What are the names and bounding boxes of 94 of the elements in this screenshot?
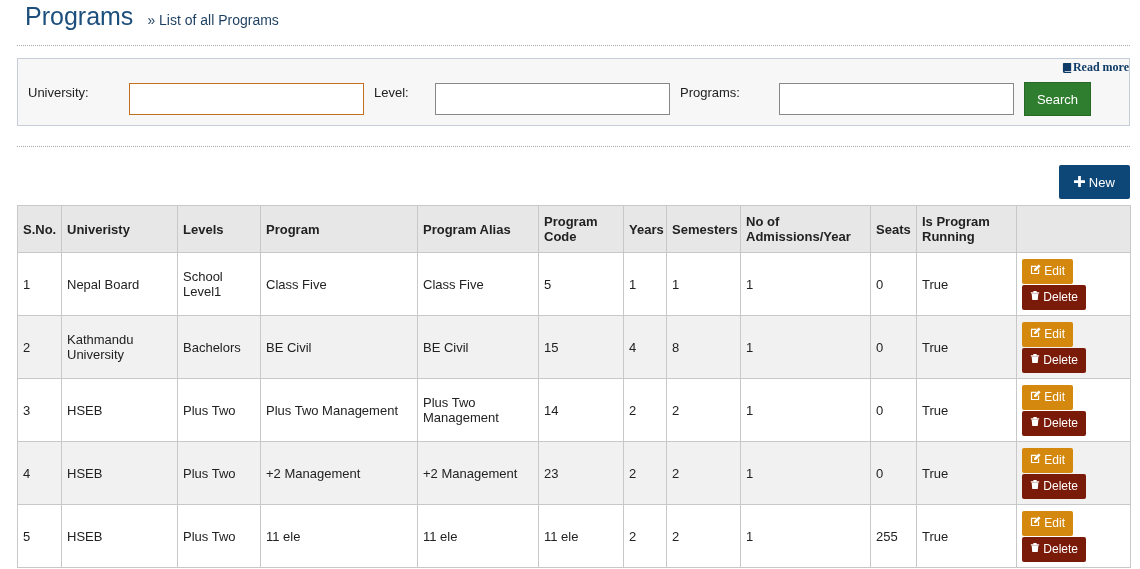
table-cell: Plus Two Management [260,378,418,442]
column-header: Levels [177,205,261,253]
table-cell: 2 [666,441,741,505]
table-cell: True [916,315,1017,379]
plus-icon [1074,175,1086,187]
table-cell: 255 [870,504,917,568]
edit-icon [1030,453,1041,464]
column-header: Seats [870,205,917,253]
table-cell: HSEB [61,504,178,568]
trash-icon [1030,290,1040,301]
table-cell: 5 [538,252,624,316]
table-cell: Bachelors [177,315,261,379]
column-header: No of Admissions/Year [740,205,871,253]
table-cell: Nepal Board [61,252,178,316]
table-cell: Plus Two [177,441,261,505]
table-cell: Kathmandu University [61,315,178,379]
table-cell: 2 [623,441,667,505]
table-cell: 2 [623,378,667,442]
table-cell: True [916,378,1017,442]
table-cell: 0 [870,252,917,316]
table-cell: 14 [538,378,624,442]
table-cell: 2 [666,504,741,568]
field-label: Level: [374,84,410,100]
delete-button[interactable]: Delete [1022,284,1087,310]
table-cell: 1 [666,252,741,316]
edit-icon [1030,264,1041,275]
delete-button[interactable]: Delete [1022,347,1087,373]
table-cell: 1 [623,252,667,316]
trash-icon [1030,479,1040,490]
table-cell: 1 [740,252,871,316]
search-button[interactable]: Search [1024,82,1091,116]
table-cell: 1 [740,378,871,442]
table-cell: True [916,252,1017,316]
column-header: S.No. [17,205,62,253]
table-cell: 1 [740,504,871,568]
input-field[interactable] [129,83,364,115]
trash-icon [1030,542,1040,553]
table-cell: 1 [740,315,871,379]
field-label: Programs: [680,84,741,100]
table-cell: 1 [17,252,62,316]
read-more-link[interactable]: Read more [1061,60,1129,75]
breadcrumb-text: » List of all Programs [147,12,279,28]
table-cell: 11 ele [538,504,624,568]
table-cell: 2 [17,315,62,379]
input-field[interactable] [779,83,1014,115]
column-header: Program [260,205,418,253]
edit-icon [1030,516,1041,527]
trash-icon [1030,416,1040,427]
table-cell: True [916,504,1017,568]
table-cell: Plus Two Management [417,378,539,442]
table-cell: 15 [538,315,624,379]
table-cell: 4 [17,441,62,505]
table-cell: Class Five [417,252,539,316]
table-cell: Class Five [260,252,418,316]
table-cell: +2 Management [417,441,539,505]
delete-button[interactable]: Delete [1022,473,1087,499]
column-header: Is Program Running [916,205,1017,253]
table-cell: Plus Two [177,378,261,442]
column-header: Program Code [538,205,624,253]
column-header: Program Alias [417,205,539,253]
table-cell: BE Civil [260,315,418,379]
table-cell: 8 [666,315,741,379]
column-header: Semesters [666,205,741,253]
edit-icon [1030,327,1041,338]
table-cell: 0 [870,315,917,379]
book-icon [1061,62,1073,73]
page-title: Programs [25,2,134,31]
edit-icon [1030,390,1041,401]
delete-button[interactable]: Delete [1022,536,1087,562]
table-cell: HSEB [61,378,178,442]
table-cell: +2 Management [260,441,418,505]
table-cell: 23 [538,441,624,505]
table-cell: 2 [623,504,667,568]
table-cell: HSEB [61,441,178,505]
table-cell: True [916,441,1017,505]
column-header: Univeristy [61,205,178,253]
table-cell: 11 ele [260,504,418,568]
trash-icon [1030,353,1040,364]
input-field[interactable] [435,83,670,115]
table-cell: Plus Two [177,504,261,568]
table-cell: 0 [870,441,917,505]
table-cell: 4 [623,315,667,379]
table-cell: School Level1 [177,252,261,316]
field-label: University: [28,84,90,100]
column-header: Years [623,205,667,253]
table-cell: 0 [870,378,917,442]
table-cell: 1 [740,441,871,505]
delete-button[interactable]: Delete [1022,410,1087,436]
table-cell: 3 [17,378,62,442]
new-button[interactable]: New [1059,165,1130,199]
table-cell: 11 ele [417,504,539,568]
table-cell: 2 [666,378,741,442]
table-cell: BE Civil [417,315,539,379]
table-cell: 5 [17,504,62,568]
